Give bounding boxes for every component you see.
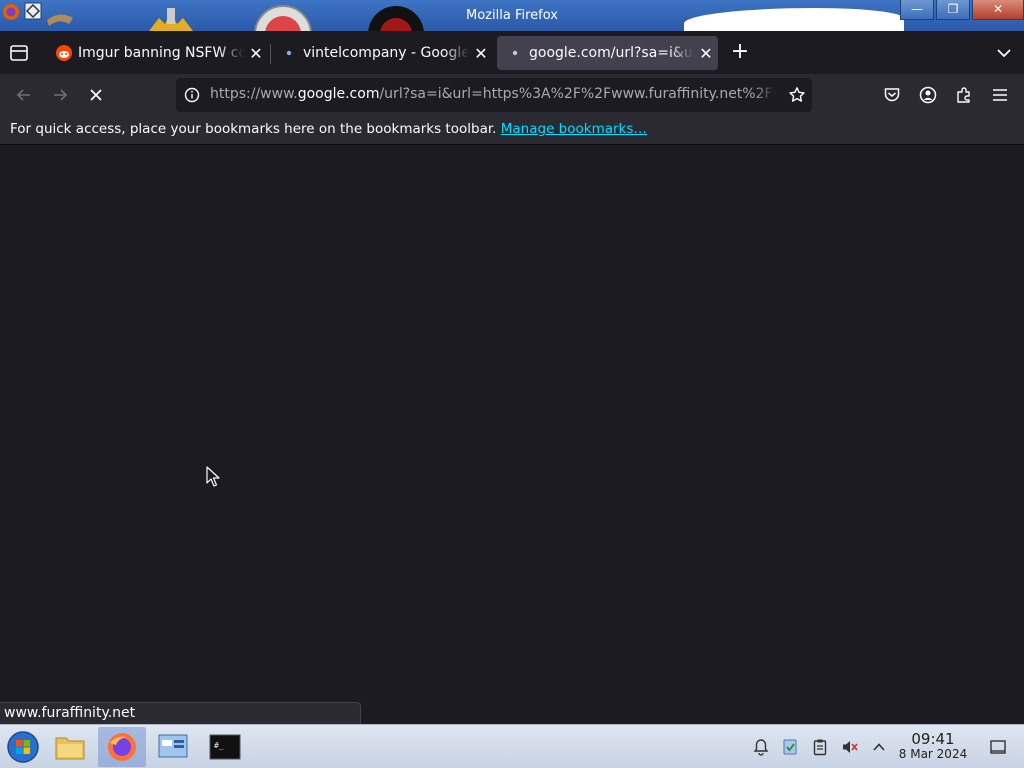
terminal-icon: #_: [209, 734, 241, 760]
maximize-button[interactable]: ❐: [936, 0, 970, 20]
manage-bookmarks-link[interactable]: Manage bookmarks…: [501, 121, 647, 137]
forward-arrow-icon: [54, 89, 68, 101]
clock-time: 09:41: [911, 730, 955, 748]
tab-imgur[interactable]: Imgur banning NSFW content ✕: [46, 36, 268, 70]
firefox-icon: [108, 733, 136, 761]
close-window-button[interactable]: ✕: [972, 0, 1024, 20]
loading-dot-icon: [507, 45, 523, 61]
bookmarks-hint-text: For quick access, place your bookmarks h…: [10, 121, 497, 137]
hamburger-menu-icon: [993, 89, 1007, 101]
stop-button[interactable]: [85, 84, 107, 106]
tab-google-search[interactable]: vintelcompany - Google Search ✕: [271, 36, 493, 70]
bookmarks-toolbar: For quick access, place your bookmarks h…: [0, 115, 1024, 145]
settings-window-icon: [158, 734, 188, 758]
url-host: google.com: [297, 86, 380, 102]
reddit-icon: [56, 45, 72, 61]
app-menu-button[interactable]: [989, 84, 1011, 106]
pocket-button[interactable]: [881, 84, 903, 106]
tab-google-url[interactable]: google.com/url?sa=i&url=https ✕: [497, 36, 718, 70]
url-prefix: https://www.: [210, 86, 298, 102]
start-menu-button[interactable]: [0, 727, 46, 767]
close-tab-icon[interactable]: ✕: [244, 44, 268, 63]
taskbar-system-settings[interactable]: [150, 727, 196, 767]
new-tab-button[interactable]: +: [729, 41, 751, 64]
svg-text:#_: #_: [214, 741, 224, 750]
window-title: Mozilla Firefox: [466, 8, 558, 23]
pocket-icon: [884, 88, 900, 102]
url-field[interactable]: https://www.google.com/url?sa=i&url=http…: [210, 86, 776, 102]
chevron-down-icon[interactable]: [994, 43, 1014, 63]
bookmark-star-icon[interactable]: [788, 86, 806, 104]
window-titlebar[interactable]: Mozilla Firefox — ❐ ✕: [0, 0, 1024, 31]
info-icon[interactable]: [184, 87, 200, 103]
firefox-view-icon[interactable]: [8, 43, 30, 63]
stop-icon: [90, 89, 102, 101]
notifications-icon[interactable]: [751, 737, 771, 757]
account-icon: [919, 86, 937, 104]
show-desktop-icon[interactable]: [988, 737, 1008, 757]
chevron-up-icon[interactable]: [869, 737, 889, 757]
tab-bar: Imgur banning NSFW content ✕ vintelcompa…: [0, 31, 1024, 74]
taskbar: #_ 09:41 8 Mar 2024: [0, 724, 1024, 768]
back-button[interactable]: [13, 84, 35, 106]
mouse-cursor-icon: [206, 466, 220, 487]
tab-label: Imgur banning NSFW content: [78, 45, 244, 61]
back-arrow-icon: [16, 89, 30, 101]
puzzle-icon: [957, 87, 970, 103]
clock-date: 8 Mar 2024: [898, 747, 968, 761]
forward-button[interactable]: [49, 84, 71, 106]
status-panel: www.furaffinity.net: [0, 702, 361, 724]
taskbar-file-manager[interactable]: [47, 727, 93, 767]
extensions-button[interactable]: [953, 84, 975, 106]
address-bar[interactable]: https://www.google.com/url?sa=i&url=http…: [176, 78, 812, 112]
navigation-toolbar: https://www.google.com/url?sa=i&url=http…: [0, 74, 1024, 115]
volume-muted-icon[interactable]: [840, 737, 860, 757]
start-orb-icon: [7, 731, 39, 763]
taskbar-terminal[interactable]: #_: [202, 727, 248, 767]
close-tab-icon[interactable]: ✕: [469, 44, 493, 63]
close-tab-icon[interactable]: ✕: [694, 44, 718, 63]
clipboard-icon[interactable]: [810, 737, 830, 757]
page-content[interactable]: [0, 146, 1024, 724]
window-controls: — ❐ ✕: [898, 0, 1024, 22]
account-button[interactable]: [917, 84, 939, 106]
tab-label: vintelcompany - Google Search: [303, 45, 469, 61]
tab-label: google.com/url?sa=i&url=https: [529, 45, 694, 61]
clock[interactable]: 09:41 8 Mar 2024: [896, 731, 970, 761]
taskbar-firefox[interactable]: [98, 727, 146, 767]
update-manager-icon[interactable]: [780, 737, 800, 757]
url-path: /url?sa=i&url=https%3A%2F%2Fwww.furaffin…: [379, 86, 776, 102]
folder-icon: [55, 737, 85, 760]
google-dot-icon: [281, 45, 297, 61]
minimize-button[interactable]: —: [900, 0, 934, 20]
